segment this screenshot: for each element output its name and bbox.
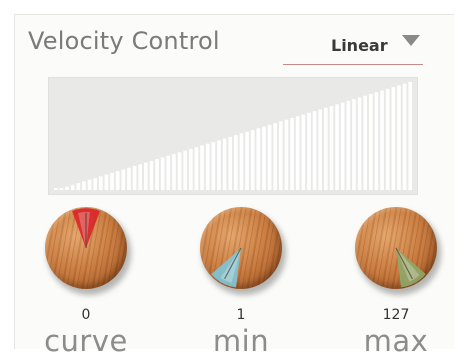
curve-label: curve (44, 324, 128, 358)
velocity-bar (318, 109, 323, 190)
velocity-bar (290, 118, 294, 190)
velocity-bar (189, 148, 193, 190)
velocity-control-panel: Velocity Control Linear 0 curve 1 min 12… (14, 14, 454, 358)
curve-mode-value: Linear (331, 36, 388, 55)
velocity-bar (380, 90, 384, 190)
velocity-bar (110, 172, 114, 190)
max-knob[interactable] (355, 207, 437, 289)
velocity-bar (324, 107, 328, 190)
velocity-bar (194, 147, 199, 190)
velocity-bar (177, 152, 182, 190)
velocity-bar (374, 92, 379, 190)
velocity-bar (205, 143, 210, 190)
velocity-bar (402, 83, 407, 190)
velocity-bar (279, 121, 283, 190)
velocity-bar (115, 171, 120, 190)
curve-knob-group: 0 curve (33, 203, 143, 358)
velocity-bar (340, 102, 345, 190)
velocity-bar (222, 138, 227, 190)
velocity-bar (352, 99, 356, 190)
velocity-bar (166, 155, 171, 190)
velocity-bar (183, 150, 188, 190)
velocity-bar (267, 124, 272, 190)
panel-title: Velocity Control (28, 27, 220, 55)
max-label: max (363, 324, 429, 358)
velocity-bar (329, 106, 334, 190)
velocity-bar (172, 154, 176, 190)
min-knob-group: 1 min (188, 203, 298, 358)
velocity-bar (54, 188, 58, 190)
velocity-bar (87, 179, 92, 190)
velocity-bar (391, 87, 396, 190)
velocity-bar (82, 181, 86, 190)
velocity-bar (369, 94, 373, 190)
knob-indicator-icon (211, 247, 242, 288)
velocity-bar (250, 130, 255, 190)
velocity-bar (127, 167, 131, 190)
velocity-bar (295, 116, 300, 190)
velocity-bar (357, 97, 362, 190)
velocity-bar (160, 157, 165, 190)
curve-value: 0 (81, 307, 91, 323)
min-value: 1 (236, 307, 246, 323)
velocity-bar (256, 128, 261, 190)
min-label: min (212, 324, 270, 358)
velocity-bar (200, 145, 204, 190)
velocity-bar (132, 166, 137, 190)
velocity-bar (234, 135, 238, 190)
velocity-bar (346, 100, 351, 190)
velocity-bar (284, 119, 289, 190)
velocity-bar (121, 169, 126, 190)
velocity-bar (312, 111, 317, 190)
velocity-bar (262, 126, 266, 190)
knob-indicator-icon (72, 208, 100, 248)
velocity-bar (363, 95, 368, 190)
knob-indicator-icon (395, 247, 426, 288)
min-knob[interactable] (200, 207, 282, 289)
velocity-curve-bars (54, 82, 413, 190)
velocity-bar (217, 140, 221, 190)
velocity-bar (76, 183, 81, 190)
velocity-bar (93, 178, 98, 190)
velocity-bar (408, 82, 413, 190)
velocity-bar (397, 85, 401, 190)
velocity-bar (144, 162, 148, 190)
velocity-bar (70, 184, 75, 190)
velocity-bar (385, 88, 390, 190)
velocity-curve-display[interactable] (48, 77, 418, 195)
velocity-bar (245, 131, 249, 190)
velocity-bar (239, 133, 244, 190)
triangle-down-icon[interactable] (402, 35, 420, 46)
velocity-bar (138, 164, 143, 190)
velocity-bar (273, 123, 278, 190)
velocity-bar (65, 186, 69, 190)
velocity-bar (99, 176, 103, 190)
velocity-bar (301, 114, 306, 190)
velocity-bar (211, 142, 216, 190)
max-value: 127 (382, 307, 410, 323)
velocity-bar (149, 160, 154, 190)
velocity-bar (228, 136, 233, 190)
velocity-bar (307, 112, 311, 190)
curve-mode-dropdown[interactable]: Linear (283, 29, 423, 65)
velocity-bar (104, 174, 109, 190)
max-knob-group: 127 max (343, 203, 453, 358)
velocity-bar (155, 159, 159, 190)
velocity-bar (335, 104, 339, 190)
velocity-bar (59, 188, 64, 190)
curve-knob[interactable] (45, 207, 127, 289)
